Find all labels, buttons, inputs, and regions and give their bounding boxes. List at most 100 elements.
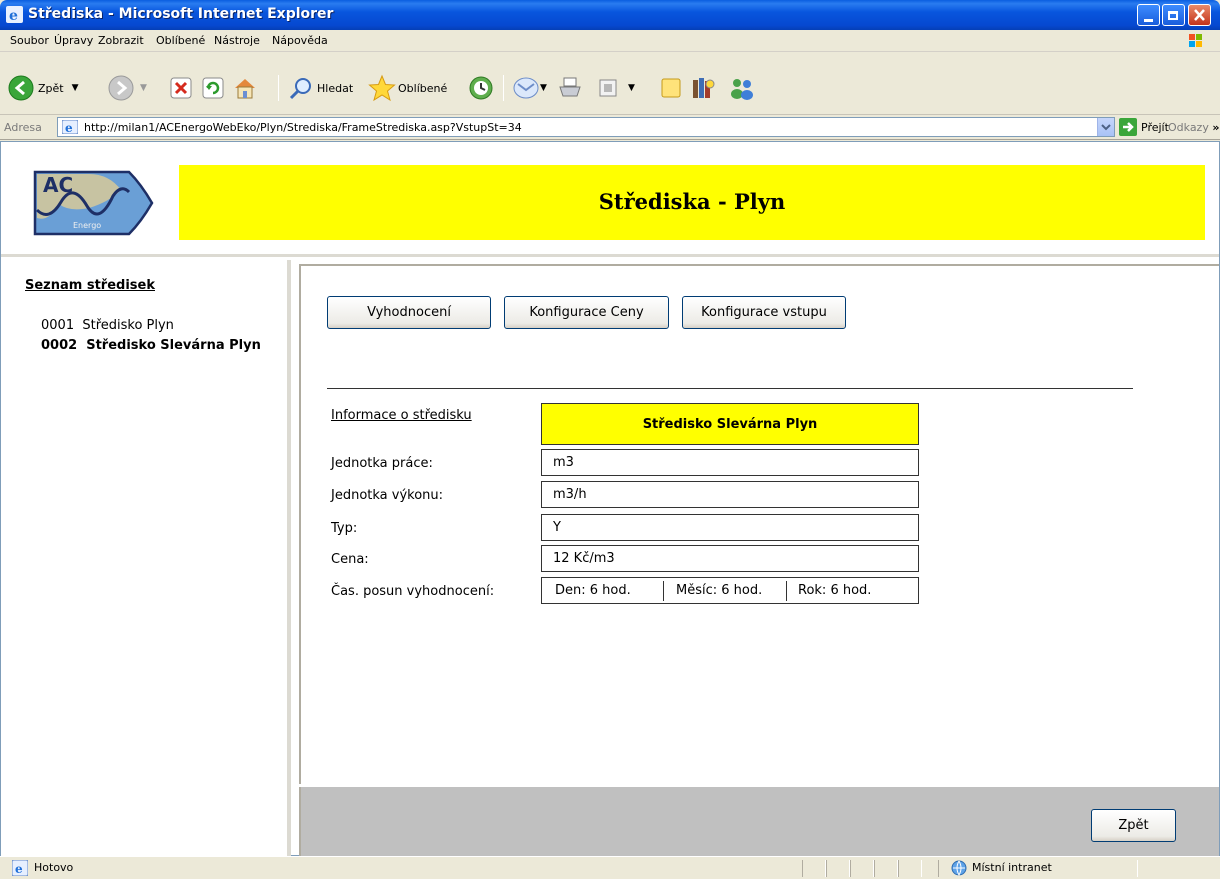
forward-button[interactable]: ▼ <box>108 73 147 103</box>
back-dropdown-icon[interactable]: ▼ <box>72 83 79 93</box>
stop-button[interactable] <box>170 73 192 103</box>
price-config-button[interactable]: Konfigurace Ceny <box>504 296 669 329</box>
chevron-down-icon <box>1101 124 1111 131</box>
close-icon <box>1194 9 1205 21</box>
minimize-button[interactable] <box>1137 4 1160 26</box>
links-label: Odkazy <box>1168 121 1209 134</box>
svg-text:e: e <box>15 862 23 876</box>
toolbar-separator <box>278 75 279 101</box>
history-button[interactable] <box>468 73 494 103</box>
shift-label: Čas. posun vyhodnocení: <box>331 584 495 599</box>
ie-icon: e <box>6 6 23 23</box>
print-button[interactable] <box>557 73 583 103</box>
back-arrow-icon <box>8 75 34 101</box>
logo-subtext: Energo <box>73 221 101 230</box>
search-button[interactable]: Hledat <box>288 73 353 103</box>
close-button[interactable] <box>1188 4 1211 26</box>
research-button[interactable] <box>690 73 716 103</box>
minimize-icon <box>1144 19 1153 22</box>
menu-help[interactable]: Nápověda <box>272 34 328 47</box>
favorites-label: Oblíbené <box>398 81 448 95</box>
main-panel: Vyhodnocení Konfigurace Ceny Konfigurace… <box>299 264 1219 784</box>
shift-day: Den: 6 hod. <box>555 583 631 598</box>
page-icon: e <box>62 120 78 134</box>
edit-button[interactable]: ▼ <box>598 73 635 103</box>
divider <box>327 388 1133 389</box>
go-arrow-icon <box>1119 118 1137 136</box>
go-button[interactable]: Přejít <box>1119 118 1169 136</box>
links-button[interactable]: Odkazy » <box>1168 121 1219 134</box>
type-value: Y <box>541 514 919 541</box>
status-cell <box>898 860 922 877</box>
status-cell <box>874 860 898 877</box>
segment-separator <box>663 581 664 601</box>
forward-dropdown-icon[interactable]: ▼ <box>140 83 147 93</box>
sidebar-heading: Seznam středisek <box>25 278 155 293</box>
status-cell <box>802 860 826 877</box>
intranet-icon <box>951 860 967 876</box>
messenger-button[interactable] <box>728 73 756 103</box>
windows-logo-icon <box>1189 34 1202 47</box>
sidebar: Seznam středisek 0001 Středisko Plyn 000… <box>1 260 291 857</box>
svg-text:e: e <box>9 8 18 23</box>
mail-button[interactable]: ▼ <box>512 73 547 103</box>
browser-window: e Střediska - Microsoft Internet Explore… <box>0 0 1220 879</box>
shift-year: Rok: 6 hod. <box>798 583 872 598</box>
toolbar: Zpět ▼ ▼ Hledat Oblíbené ▼ ▼ <box>0 53 1220 115</box>
header-frame: AC Energo Střediska - Plyn <box>1 142 1219 257</box>
favorites-button[interactable]: Oblíbené <box>368 73 447 103</box>
work-unit-label: Jednotka práce: <box>331 456 433 471</box>
note-icon <box>661 78 681 98</box>
work-unit-value: m3 <box>541 449 919 476</box>
bottom-bar: Zpět <box>299 787 1219 857</box>
address-input[interactable]: e http://milan1/ACEnergoWebEko/Plyn/Stre… <box>57 117 1115 137</box>
price-value: 12 Kč/m3 <box>541 545 919 572</box>
evaluation-button[interactable]: Vyhodnocení <box>327 296 491 329</box>
back-page-button[interactable]: Zpět <box>1091 809 1176 842</box>
stop-icon <box>170 77 192 99</box>
shift-month: Měsíc: 6 hod. <box>676 583 763 598</box>
status-cell <box>850 860 874 877</box>
menu-file[interactable]: Soubor <box>10 34 49 47</box>
sidebar-item-0002-selected[interactable]: 0002 Středisko Slevárna Plyn <box>41 338 261 353</box>
forward-arrow-icon <box>108 75 134 101</box>
home-button[interactable] <box>232 73 258 103</box>
page-viewport: AC Energo Střediska - Plyn Seznam středi… <box>0 141 1220 857</box>
ac-energo-logo: AC Energo <box>33 170 154 236</box>
power-unit-label: Jednotka výkonu: <box>331 488 444 503</box>
address-dropdown[interactable] <box>1097 118 1114 136</box>
header-banner: Střediska - Plyn <box>179 165 1205 240</box>
refresh-button[interactable] <box>202 73 224 103</box>
shift-box: Den: 6 hod. Měsíc: 6 hod. Rok: 6 hod. <box>541 577 919 604</box>
back-label: Zpět <box>38 81 64 95</box>
restore-icon <box>1168 11 1178 20</box>
info-heading: Informace o středisku <box>331 408 472 423</box>
window-title: Střediska - Microsoft Internet Explorer <box>28 6 334 22</box>
edit-dropdown-icon[interactable]: ▼ <box>628 83 635 93</box>
go-label: Přejít <box>1141 120 1169 134</box>
edit-icon <box>599 79 617 97</box>
books-icon <box>693 78 715 98</box>
status-text: Hotovo <box>34 861 74 874</box>
status-bar: e Hotovo Místní intranet <box>0 856 1220 879</box>
star-icon <box>368 74 396 102</box>
input-config-button[interactable]: Konfigurace vstupu <box>682 296 846 329</box>
page-title: Střediska - Plyn <box>598 189 786 214</box>
discuss-button[interactable] <box>659 73 683 103</box>
restore-button[interactable] <box>1162 4 1185 26</box>
home-icon <box>235 79 255 99</box>
power-unit-value: m3/h <box>541 481 919 508</box>
mail-dropdown-icon[interactable]: ▼ <box>540 83 547 93</box>
sidebar-item-0001[interactable]: 0001 Středisko Plyn <box>41 318 174 333</box>
menu-tools[interactable]: Nástroje <box>214 34 260 47</box>
refresh-icon <box>202 77 224 99</box>
price-label: Cena: <box>331 552 369 567</box>
back-button[interactable]: Zpět ▼ <box>8 73 79 103</box>
segment-separator <box>786 581 787 601</box>
menu-favorites[interactable]: Oblíbené <box>156 34 205 47</box>
title-bar[interactable]: e Střediska - Microsoft Internet Explore… <box>0 0 1220 30</box>
page-done-icon: e <box>12 860 28 876</box>
menu-edit[interactable]: Úpravy <box>54 34 93 47</box>
menu-bar: Soubor Úpravy Zobrazit Oblíbené Nástroje… <box>0 30 1220 52</box>
menu-view[interactable]: Zobrazit <box>98 34 144 47</box>
